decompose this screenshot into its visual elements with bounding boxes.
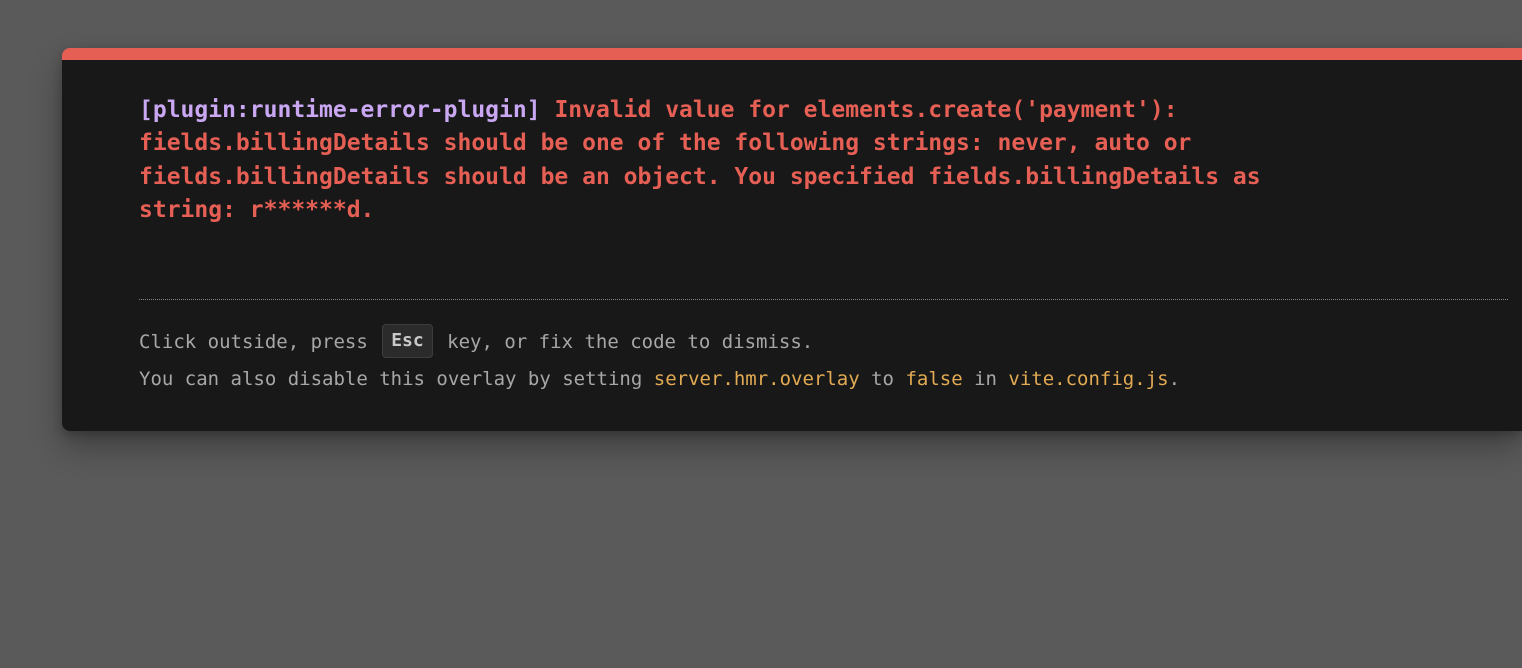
tip-text: Click outside, press [139, 331, 380, 353]
tip-text: in [962, 368, 1009, 390]
value-code: false [905, 368, 963, 390]
tip-text: You can also disable this overlay by set… [139, 368, 654, 390]
divider [139, 299, 1508, 300]
esc-key-badge: Esc [382, 323, 433, 358]
plugin-label: [plugin:runtime-error-plugin] [139, 97, 541, 123]
tip-line-disable: You can also disable this overlay by set… [139, 361, 1479, 398]
error-overlay-window: [plugin:runtime-error-plugin] Invalid va… [62, 48, 1522, 431]
tip-line-dismiss: Click outside, press Esc key, or fix the… [139, 323, 1479, 361]
tip-text: key, or fix the code to dismiss. [435, 331, 814, 353]
error-message: [plugin:runtime-error-plugin] Invalid va… [139, 94, 1399, 227]
tip-text: . [1168, 368, 1181, 390]
setting-code: server.hmr.overlay [653, 368, 860, 390]
config-file-code: vite.config.js [1008, 368, 1169, 390]
dismiss-tip: Click outside, press Esc key, or fix the… [139, 323, 1479, 398]
tip-text: to [859, 368, 906, 390]
